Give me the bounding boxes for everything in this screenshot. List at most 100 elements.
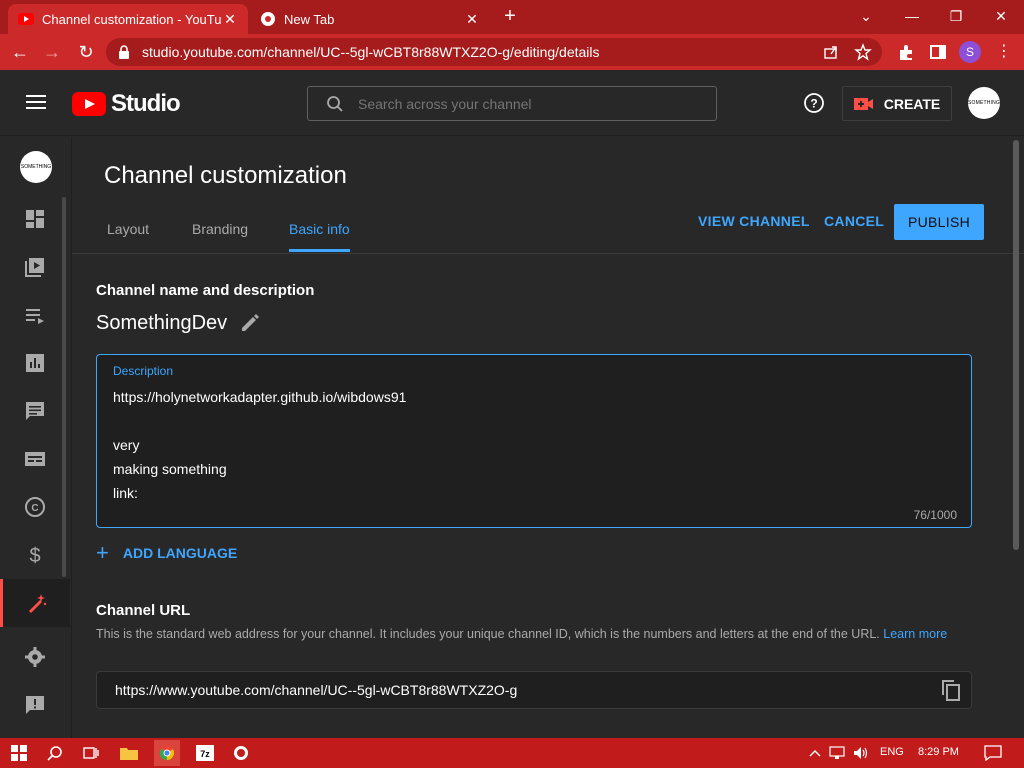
active-tab-indicator bbox=[289, 249, 350, 252]
7zip-icon[interactable]: 7z bbox=[194, 743, 216, 763]
new-tab-button[interactable]: + bbox=[498, 6, 522, 28]
url-help-text: This is the standard web address for you… bbox=[96, 627, 880, 641]
profile-avatar[interactable]: S bbox=[959, 41, 981, 63]
browser-tab[interactable]: New Tab ✕ bbox=[250, 4, 490, 34]
add-language-label: ADD LANGUAGE bbox=[122, 545, 238, 561]
channel-url-value: https://www.youtube.com/channel/UC--5gl-… bbox=[115, 682, 518, 698]
svg-text:C: C bbox=[31, 503, 38, 514]
bookmark-star-icon[interactable] bbox=[854, 43, 872, 61]
close-window-button[interactable]: ✕ bbox=[987, 4, 1015, 28]
share-icon[interactable] bbox=[822, 43, 840, 61]
volume-icon[interactable] bbox=[850, 743, 872, 763]
windows-start-icon[interactable] bbox=[8, 743, 30, 763]
add-language-button[interactable]: + ADD LANGUAGE bbox=[96, 540, 238, 565]
description-text[interactable]: https://holynetworkadapter.github.io/wib… bbox=[113, 385, 406, 505]
tray-chevron-icon[interactable] bbox=[804, 743, 826, 763]
tab-title: New Tab bbox=[284, 11, 335, 27]
chrome-taskbar-icon[interactable] bbox=[154, 740, 180, 766]
search-taskbar-icon[interactable] bbox=[44, 743, 66, 763]
content-icon bbox=[25, 258, 44, 277]
record-app-icon[interactable] bbox=[230, 743, 252, 763]
studio-logo-text: Studio bbox=[111, 90, 181, 117]
main-scrollbar[interactable] bbox=[1013, 140, 1019, 550]
copy-icon[interactable] bbox=[939, 678, 963, 702]
file-explorer-icon[interactable] bbox=[118, 743, 140, 763]
url-text: studio.youtube.com/channel/UC--5gl-wCBT8… bbox=[142, 44, 600, 60]
section-heading: Channel name and description bbox=[96, 282, 315, 299]
page-title: Channel customization bbox=[104, 162, 347, 189]
tabs-divider bbox=[72, 253, 1024, 254]
rail-customization[interactable] bbox=[0, 579, 70, 627]
svg-text:$: $ bbox=[29, 545, 40, 566]
cancel-button[interactable]: CANCEL bbox=[824, 213, 884, 229]
rail-copyright[interactable]: C bbox=[0, 483, 70, 531]
restore-button[interactable]: ❐ bbox=[942, 4, 970, 28]
dashboard-icon bbox=[26, 210, 44, 228]
search-icon bbox=[326, 95, 344, 113]
rail-subtitles[interactable] bbox=[0, 435, 70, 483]
forward-button[interactable]: → bbox=[40, 40, 64, 64]
rail-content[interactable] bbox=[0, 243, 70, 291]
tab-search-icon[interactable]: ⌄ bbox=[852, 4, 880, 28]
rail-feedback[interactable] bbox=[0, 681, 70, 729]
playlists-icon bbox=[26, 309, 44, 324]
comments-icon bbox=[26, 402, 44, 420]
tab-basic-info[interactable]: Basic info bbox=[289, 221, 350, 237]
language-indicator[interactable]: ENG bbox=[880, 746, 904, 758]
hamburger-menu-icon[interactable] bbox=[26, 94, 46, 110]
channel-url-field: https://www.youtube.com/channel/UC--5gl-… bbox=[96, 671, 972, 709]
search-box[interactable] bbox=[307, 86, 717, 121]
channel-avatar[interactable]: SOMETHING bbox=[20, 151, 52, 183]
reload-button[interactable]: ↻ bbox=[74, 40, 98, 64]
subtitles-icon bbox=[25, 452, 45, 466]
lock-icon bbox=[118, 45, 132, 59]
address-bar[interactable]: studio.youtube.com/channel/UC--5gl-wCBT8… bbox=[106, 38, 882, 66]
svg-text:?: ? bbox=[810, 97, 817, 111]
create-label: CREATE bbox=[883, 95, 941, 112]
copyright-icon: C bbox=[25, 497, 45, 517]
more-menu-icon[interactable]: ⋮ bbox=[994, 42, 1014, 62]
analytics-icon bbox=[26, 354, 44, 372]
channel-url-help: This is the standard web address for you… bbox=[96, 624, 956, 644]
edit-pencil-icon[interactable] bbox=[239, 312, 261, 334]
minimize-button[interactable]: — bbox=[898, 4, 926, 28]
help-icon[interactable]: ? bbox=[803, 92, 825, 114]
clock[interactable]: 8:29 PM bbox=[918, 746, 959, 758]
close-tab-icon[interactable]: ✕ bbox=[222, 11, 238, 28]
settings-icon bbox=[25, 647, 45, 667]
extensions-icon[interactable] bbox=[896, 42, 916, 62]
youtube-logo-icon bbox=[72, 92, 106, 116]
rail-playlists[interactable] bbox=[0, 291, 70, 339]
learn-more-link[interactable]: Learn more bbox=[883, 627, 947, 641]
notifications-icon[interactable] bbox=[982, 743, 1004, 763]
view-channel-link[interactable]: VIEW CHANNEL bbox=[698, 213, 810, 229]
feedback-icon bbox=[26, 696, 44, 714]
create-button[interactable]: CREATE bbox=[842, 86, 952, 121]
tab-branding[interactable]: Branding bbox=[192, 221, 248, 237]
task-view-icon[interactable] bbox=[80, 743, 102, 763]
side-panel-icon[interactable] bbox=[928, 42, 948, 62]
description-label: Description bbox=[113, 364, 174, 378]
search-input[interactable] bbox=[358, 95, 698, 112]
studio-logo[interactable]: Studio bbox=[72, 90, 181, 118]
rail-comments[interactable] bbox=[0, 387, 70, 435]
close-tab-icon[interactable]: ✕ bbox=[464, 11, 480, 28]
tab-layout[interactable]: Layout bbox=[107, 221, 149, 237]
rail-dashboard[interactable] bbox=[0, 195, 70, 243]
rail-scrollbar[interactable] bbox=[62, 197, 66, 577]
description-field[interactable]: Description https://holynetworkadapter.g… bbox=[96, 354, 972, 528]
rail-settings[interactable] bbox=[0, 633, 70, 681]
back-button[interactable]: ← bbox=[8, 40, 32, 64]
customization-icon bbox=[28, 594, 46, 613]
earn-icon: $ bbox=[29, 545, 40, 566]
network-icon[interactable] bbox=[826, 743, 848, 763]
account-avatar[interactable]: SOMETHING bbox=[968, 87, 1000, 119]
browser-tab-active[interactable]: Channel customization - YouTube Studio ✕ bbox=[8, 4, 248, 34]
plus-icon: + bbox=[96, 540, 109, 565]
rail-analytics[interactable] bbox=[0, 339, 70, 387]
main-content: Channel customization Layout Branding Ba… bbox=[72, 137, 1024, 738]
publish-button[interactable]: PUBLISH bbox=[894, 204, 984, 240]
left-rail: SOMETHING C $ bbox=[0, 137, 72, 738]
browser-toolbar: ← → ↻ studio.youtube.com/channel/UC--5gl… bbox=[0, 34, 1024, 70]
rail-earn[interactable]: $ bbox=[0, 531, 70, 579]
